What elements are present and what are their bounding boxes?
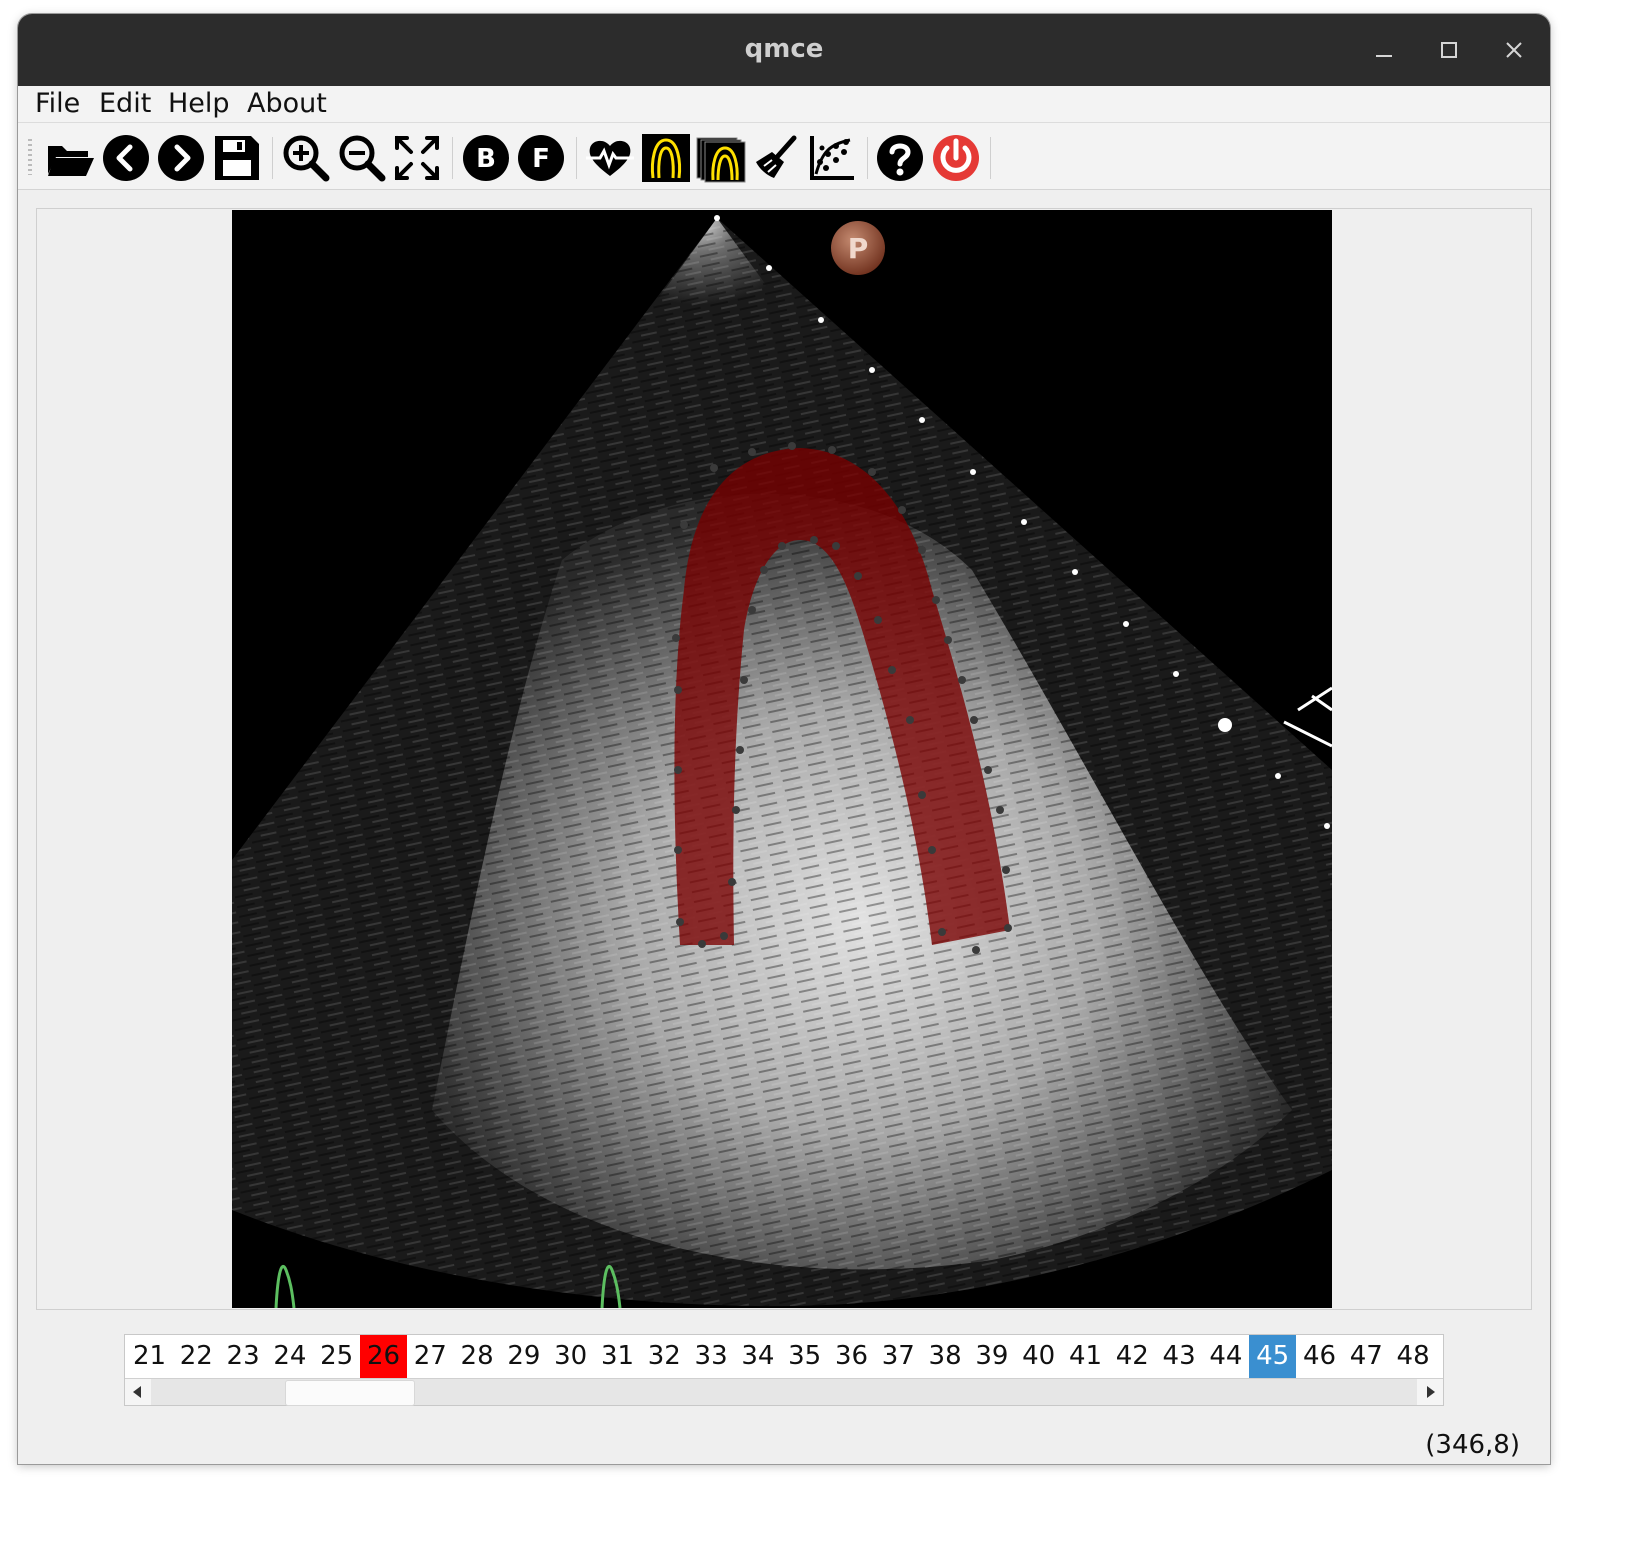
- frame-cell[interactable]: 33: [688, 1335, 735, 1378]
- frame-cell[interactable]: 25: [313, 1335, 360, 1378]
- frame-cell[interactable]: 35: [781, 1335, 828, 1378]
- frame-cell[interactable]: 42: [1109, 1335, 1156, 1378]
- minimize-icon: [1376, 55, 1392, 57]
- frame-cell[interactable]: 23: [220, 1335, 267, 1378]
- echo-image[interactable]: P: [232, 210, 1332, 1308]
- frame-cell[interactable]: 38: [922, 1335, 969, 1378]
- perfusion-plot-icon: [810, 136, 854, 180]
- zoom-in-button[interactable]: [280, 132, 332, 184]
- contour-stack-button[interactable]: [695, 132, 747, 184]
- app-window: qmce File Edit Help About B F P 21 22 23…: [18, 14, 1550, 1464]
- open-folder-icon: [48, 146, 94, 176]
- window-title: qmce: [744, 34, 824, 64]
- open-button[interactable]: [44, 132, 96, 184]
- previous-button[interactable]: [100, 132, 152, 184]
- image-viewport[interactable]: P: [36, 208, 1532, 1310]
- frame-cell[interactable]: 48: [1390, 1335, 1437, 1378]
- menu-help[interactable]: Help: [162, 88, 236, 119]
- quit-button[interactable]: [930, 132, 982, 184]
- menu-edit[interactable]: Edit: [93, 88, 157, 119]
- frame-cell[interactable]: 28: [454, 1335, 501, 1378]
- echo-image-canvas[interactable]: P: [232, 210, 1332, 1308]
- save-button[interactable]: [211, 132, 263, 184]
- baseline-b-icon: B: [463, 135, 509, 181]
- myocardium-contour-button[interactable]: [640, 132, 692, 184]
- frame-cell[interactable]: 29: [500, 1335, 547, 1378]
- probe-marker: P: [831, 221, 885, 275]
- contour-stack-icon: [696, 137, 746, 183]
- zoom-out-button[interactable]: [336, 132, 388, 184]
- toolbar-separator: [990, 137, 991, 179]
- frame-cell[interactable]: 43: [1156, 1335, 1203, 1378]
- frame-cell[interactable]: 46: [1296, 1335, 1343, 1378]
- frame-cell[interactable]: 32: [641, 1335, 688, 1378]
- perfusion-plot-button[interactable]: [806, 132, 858, 184]
- close-icon: [1506, 42, 1522, 58]
- scroll-thumb[interactable]: [285, 1380, 415, 1406]
- toolbar-separator: [867, 137, 868, 179]
- fit-view-icon: [395, 136, 439, 180]
- frame-button[interactable]: F: [515, 132, 567, 184]
- toolbar-grip[interactable]: [28, 139, 32, 175]
- zoom-in-icon: [283, 135, 330, 182]
- help-button[interactable]: [874, 132, 926, 184]
- frame-cell[interactable]: 24: [266, 1335, 313, 1378]
- triangle-left-icon: [133, 1386, 141, 1398]
- zoom-out-icon: [339, 135, 386, 182]
- toolbar-separator: [272, 137, 273, 179]
- frame-cell[interactable]: 47: [1343, 1335, 1390, 1378]
- frame-strip: 21 22 23 24 25 26 27 28 29 30 31 32 33 34 35 36 37 38 39 40…: [124, 1334, 1444, 1406]
- frame-cell[interactable]: 22: [173, 1335, 220, 1378]
- frame-cell[interactable]: 36: [828, 1335, 875, 1378]
- next-button[interactable]: [155, 132, 207, 184]
- power-icon: [933, 135, 979, 181]
- frame-cell[interactable]: 40: [1015, 1335, 1062, 1378]
- myocardium-contour-icon: [642, 134, 690, 182]
- baseline-label: B: [476, 144, 496, 174]
- clear-brush-icon: [756, 135, 797, 178]
- frame-cell[interactable]: 34: [734, 1335, 781, 1378]
- maximize-button[interactable]: [1429, 32, 1469, 68]
- scroll-right-button[interactable]: [1417, 1379, 1443, 1405]
- menu-bar: File Edit Help About: [18, 86, 1550, 123]
- frame-cell-current[interactable]: 26: [360, 1335, 407, 1378]
- heart-ecg-icon: [586, 140, 634, 176]
- frame-cell[interactable]: 44: [1202, 1335, 1249, 1378]
- close-button[interactable]: [1494, 32, 1534, 68]
- frame-label: F: [532, 144, 550, 174]
- next-icon: [158, 135, 204, 181]
- frame-cell[interactable]: 27: [407, 1335, 454, 1378]
- toolbar-separator: [576, 137, 577, 179]
- help-icon: [877, 135, 923, 181]
- maximize-icon: [1441, 42, 1457, 58]
- menu-about[interactable]: About: [241, 88, 333, 119]
- heart-ecg-button[interactable]: [584, 132, 636, 184]
- fit-view-button[interactable]: [391, 132, 443, 184]
- triangle-right-icon: [1427, 1386, 1435, 1398]
- frame-cell[interactable]: 30: [547, 1335, 594, 1378]
- toolbar: B F: [18, 123, 1550, 190]
- save-icon: [215, 136, 259, 180]
- cursor-coordinates: (346,8): [1425, 1430, 1520, 1460]
- clear-brush-button[interactable]: [750, 132, 802, 184]
- scroll-left-button[interactable]: [125, 1379, 151, 1405]
- frame-cell[interactable]: 31: [594, 1335, 641, 1378]
- menu-file[interactable]: File: [29, 88, 86, 119]
- frame-cell[interactable]: 37: [875, 1335, 922, 1378]
- probe-marker-label: P: [848, 232, 869, 265]
- previous-icon: [103, 135, 149, 181]
- frame-scrollbar[interactable]: [125, 1378, 1443, 1406]
- frame-cell[interactable]: 21: [126, 1335, 173, 1378]
- minimize-button[interactable]: [1364, 32, 1404, 68]
- toolbar-separator: [452, 137, 453, 179]
- frame-cell[interactable]: 41: [1062, 1335, 1109, 1378]
- frame-cell[interactable]: 39: [968, 1335, 1015, 1378]
- frame-list: 21 22 23 24 25 26 27 28 29 30 31 32 33 34 35 36 37 38 39 40…: [125, 1335, 1443, 1378]
- frame-cell-selected[interactable]: 45: [1249, 1335, 1297, 1378]
- frame-f-icon: F: [518, 135, 564, 181]
- baseline-button[interactable]: B: [460, 132, 512, 184]
- title-bar[interactable]: qmce: [18, 14, 1550, 86]
